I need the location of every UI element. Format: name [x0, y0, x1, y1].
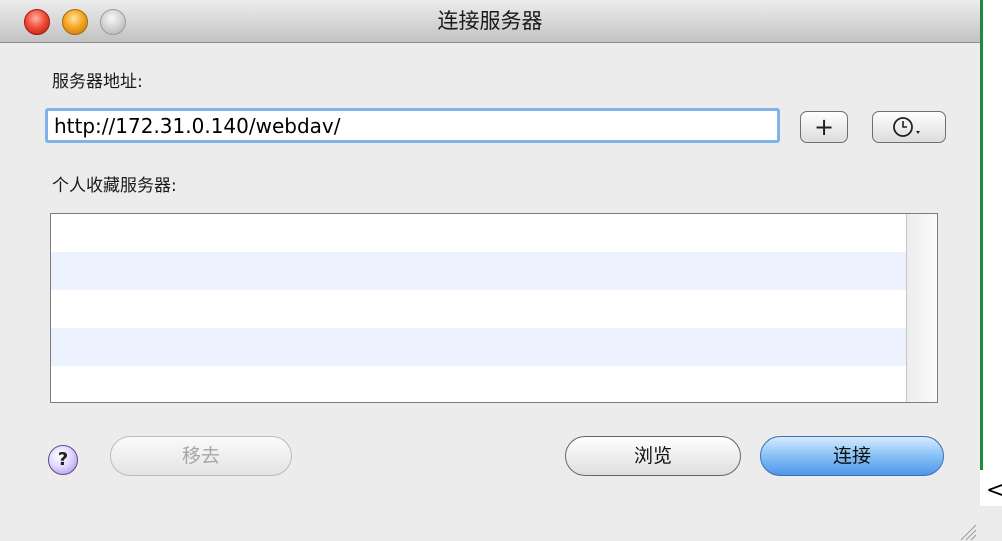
favorite-servers-label: 个人收藏服务器:: [52, 176, 177, 196]
server-address-label: 服务器地址:: [52, 72, 143, 92]
list-item[interactable]: [51, 252, 937, 290]
window-title: 连接服务器: [437, 9, 543, 33]
browse-button[interactable]: 浏览: [565, 436, 741, 476]
background-window-edge: [980, 0, 1002, 506]
green-edge-strip: [980, 0, 983, 470]
list-item[interactable]: [51, 290, 937, 328]
list-item[interactable]: [51, 214, 937, 252]
title-bar[interactable]: 连接服务器: [0, 0, 980, 43]
list-item[interactable]: [51, 366, 937, 402]
plus-icon: +: [813, 113, 835, 141]
resize-grip-icon[interactable]: [957, 521, 977, 541]
connect-button[interactable]: 连接: [760, 436, 944, 476]
clock-dropdown-icon: [893, 117, 920, 137]
recent-servers-button[interactable]: [872, 111, 946, 143]
dialog-content: 服务器地址: + 个人收藏服务器: ? 移去 浏览 连接: [0, 43, 980, 541]
stray-character: <: [986, 478, 1002, 503]
server-address-input[interactable]: [45, 108, 780, 143]
favorite-servers-list[interactable]: [50, 213, 938, 403]
help-icon: ?: [57, 449, 69, 470]
help-button[interactable]: ?: [48, 445, 78, 475]
remove-button[interactable]: 移去: [110, 436, 292, 476]
vertical-scrollbar[interactable]: [906, 214, 937, 402]
list-item[interactable]: [51, 328, 937, 366]
add-favorite-button[interactable]: +: [800, 111, 848, 143]
